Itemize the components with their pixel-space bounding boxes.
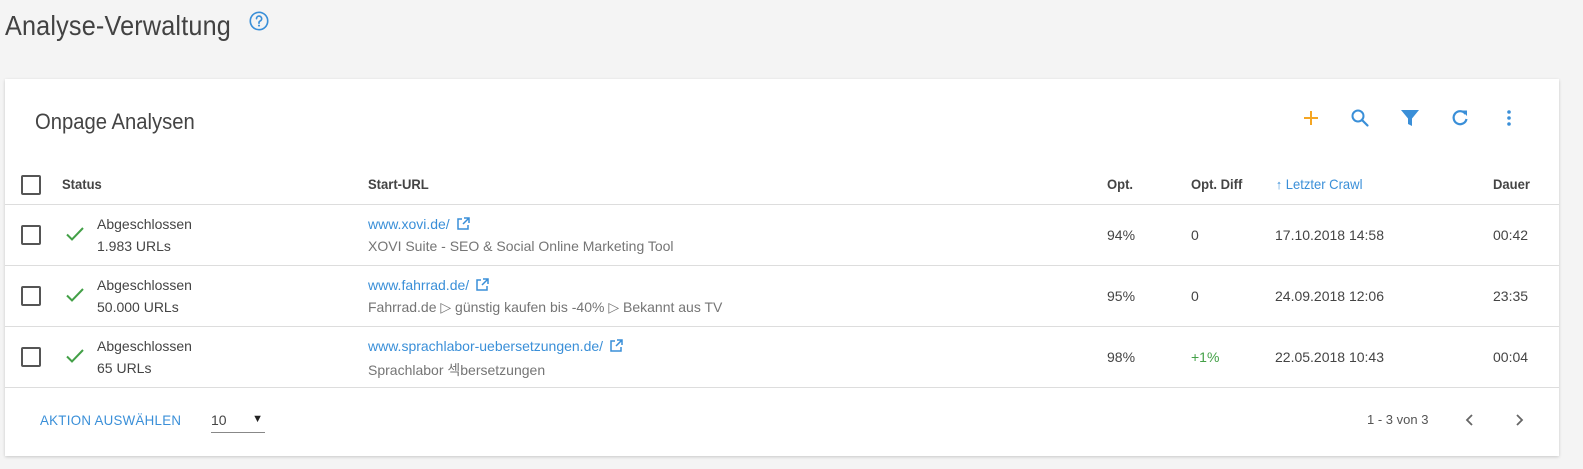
opt-diff-value: 0 <box>1191 288 1199 304</box>
more-options-button[interactable] <box>1492 101 1526 135</box>
search-icon <box>1351 109 1369 127</box>
opt-diff-value: 0 <box>1191 227 1199 243</box>
last-crawl-date: 22.05.2018 10:43 <box>1275 349 1384 365</box>
sort-asc-icon: ↑ <box>1276 177 1283 192</box>
start-url-link[interactable]: www.xovi.de/ <box>368 216 470 232</box>
select-all-checkbox[interactable] <box>21 175 41 195</box>
page-title: Analyse-Verwaltung <box>5 10 231 41</box>
opt-value: 98% <box>1107 349 1136 365</box>
next-page-button[interactable] <box>1507 408 1531 432</box>
row-checkbox[interactable] <box>21 225 41 245</box>
rows-per-page-value: 10 <box>211 412 227 428</box>
help-icon[interactable] <box>248 10 270 32</box>
rows-per-page-select[interactable]: 10 ▼ <box>211 410 265 433</box>
analyses-card: Onpage Analysen Status Start-URL Opt. Op… <box>5 79 1559 456</box>
select-action-button[interactable]: AKTION AUSWÄHLEN <box>40 412 181 428</box>
external-link-icon[interactable] <box>609 339 623 353</box>
status-text: Abgeschlossen <box>97 277 192 293</box>
url-count: 50.000 URLs <box>97 299 179 315</box>
chevron-right-icon <box>1516 414 1524 426</box>
check-icon <box>66 227 84 241</box>
table-row[interactable]: Abgeschlossen 1.983 URLs www.xovi.de/ XO… <box>5 205 1559 266</box>
page-description: Sprachlabor 섹bersetzungen <box>368 362 546 378</box>
header-opt[interactable]: Opt. <box>1107 170 1133 204</box>
header-duration[interactable]: Dauer <box>1493 170 1530 204</box>
status-text: Abgeschlossen <box>97 338 192 354</box>
url-count: 65 URLs <box>97 360 152 376</box>
add-button[interactable] <box>1294 101 1328 135</box>
header-opt-diff[interactable]: Opt. Diff <box>1191 170 1242 204</box>
start-url-text: www.fahrrad.de/ <box>368 277 470 293</box>
opt-value: 95% <box>1107 288 1136 304</box>
header-status[interactable]: Status <box>62 170 102 204</box>
header-start-url[interactable]: Start-URL <box>368 170 429 204</box>
header-last-crawl-label: Letzter Crawl <box>1285 176 1363 192</box>
duration-value: 00:04 <box>1493 349 1529 365</box>
filter-icon <box>1401 110 1419 126</box>
caret-down-icon: ▼ <box>252 413 263 425</box>
start-url-link[interactable]: www.sprachlabor-uebersetzungen.de/ <box>368 338 623 354</box>
refresh-icon <box>1452 110 1468 126</box>
last-crawl-date: 17.10.2018 14:58 <box>1275 227 1384 243</box>
refresh-button[interactable] <box>1443 101 1477 135</box>
card-title: Onpage Analysen <box>35 109 195 134</box>
add-icon <box>1304 111 1318 125</box>
url-count: 1.983 URLs <box>97 238 171 254</box>
table-footer: AKTION AUSWÄHLEN 10 ▼ 1 - 3 von 3 <box>5 386 1559 456</box>
opt-diff-value: +1% <box>1191 349 1220 365</box>
start-url-link[interactable]: www.fahrrad.de/ <box>368 277 489 293</box>
last-crawl-date: 24.09.2018 12:06 <box>1275 288 1384 304</box>
page-description: XOVI Suite - SEO & Social Online Marketi… <box>368 238 674 254</box>
chevron-left-icon <box>1465 414 1473 426</box>
external-link-icon[interactable] <box>456 217 470 231</box>
start-url-text: www.xovi.de/ <box>368 216 450 232</box>
duration-value: 00:42 <box>1493 227 1529 243</box>
check-icon <box>66 349 84 363</box>
filter-button[interactable] <box>1393 101 1427 135</box>
search-button[interactable] <box>1343 101 1377 135</box>
external-link-icon[interactable] <box>475 278 489 292</box>
duration-value: 23:35 <box>1493 288 1529 304</box>
opt-value: 94% <box>1107 227 1136 243</box>
page-description: Fahrrad.de ▷ günstig kaufen bis -40% ▷ B… <box>368 299 723 315</box>
check-icon <box>66 288 84 302</box>
status-text: Abgeschlossen <box>97 216 192 232</box>
row-checkbox[interactable] <box>21 347 41 367</box>
prev-page-button[interactable] <box>1458 408 1482 432</box>
pagination-range: 1 - 3 von 3 <box>1367 412 1429 427</box>
more-vert-icon <box>1507 110 1511 126</box>
table-header: Status Start-URL Opt. Opt. Diff ↑ Letzter… <box>5 170 1559 205</box>
row-checkbox[interactable] <box>21 286 41 306</box>
start-url-text: www.sprachlabor-uebersetzungen.de/ <box>368 338 604 354</box>
table-row[interactable]: Abgeschlossen 50.000 URLs www.fahrrad.de… <box>5 266 1559 327</box>
page-header: Analyse-Verwaltung <box>5 8 270 44</box>
table-row[interactable]: Abgeschlossen 65 URLs www.sprachlabor-ue… <box>5 327 1559 388</box>
header-last-crawl[interactable]: ↑ Letzter Crawl <box>1276 170 1362 204</box>
